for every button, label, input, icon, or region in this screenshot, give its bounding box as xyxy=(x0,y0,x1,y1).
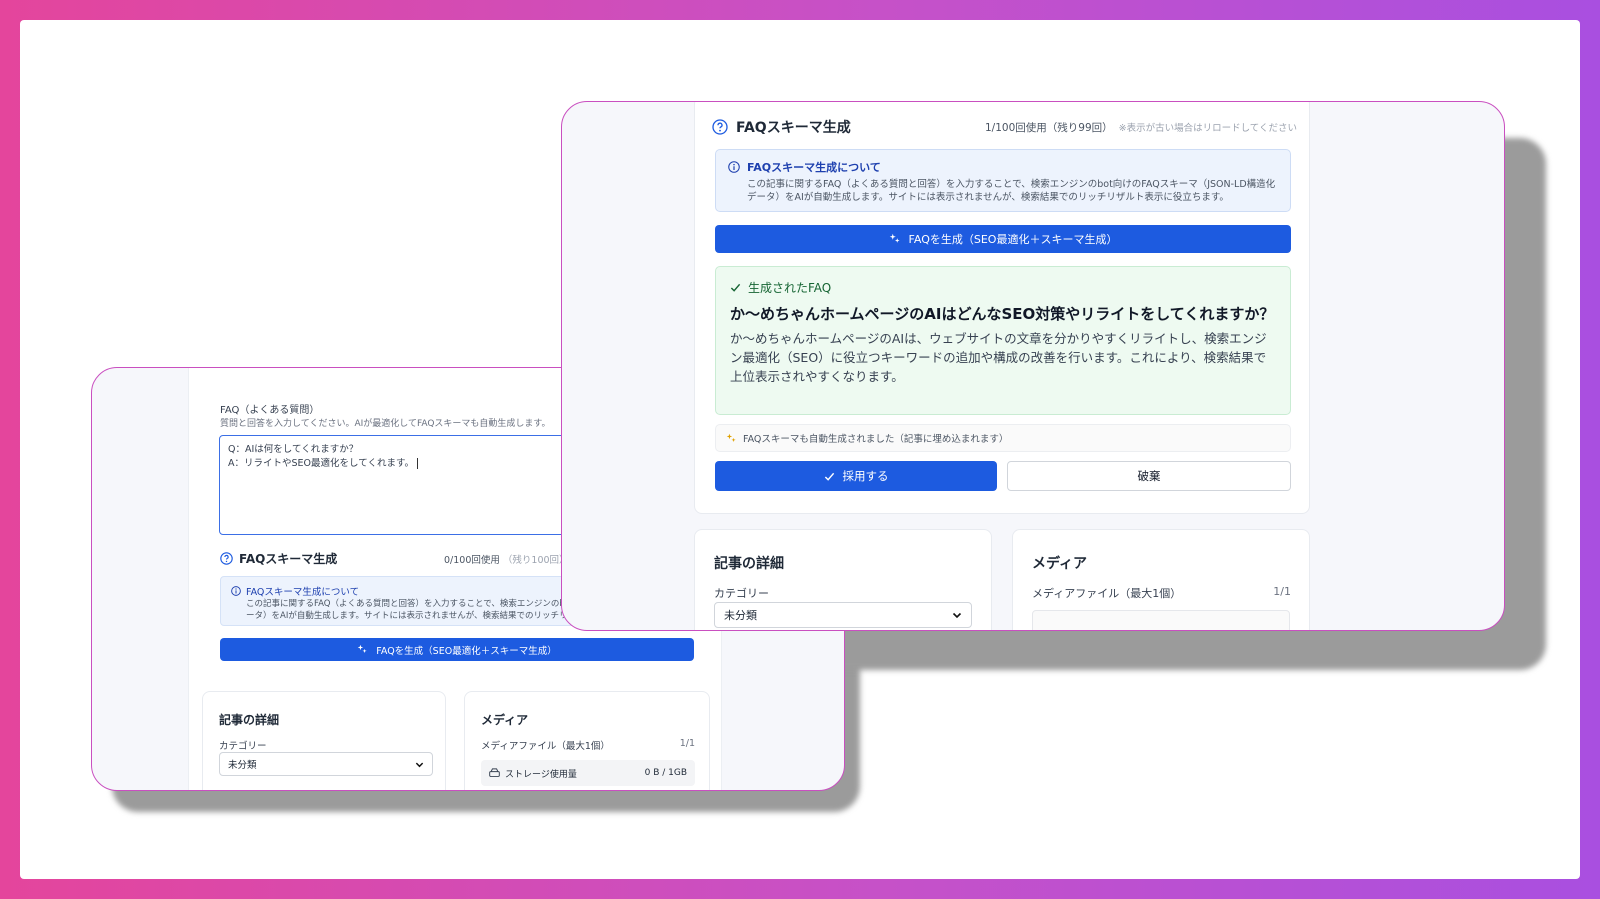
media-heading: メディア xyxy=(481,713,529,727)
media-upload-area[interactable] xyxy=(1032,610,1290,630)
details-heading: 記事の詳細 xyxy=(219,713,280,727)
generate-button-label: FAQを生成（SEO最適化＋スキーマ生成） xyxy=(376,645,557,657)
discard-button[interactable]: 破棄 xyxy=(1007,461,1291,491)
usage-counter: 1/100回使用（残り99回） ※表示が古い場合はリロードしてください xyxy=(985,120,1297,135)
media-count: 1/1 xyxy=(679,738,695,749)
textarea-line-answer: A：リライトやSEO最適化をしてくれます。 xyxy=(228,458,414,469)
info-text: この記事に関するFAQ（よくある質問と回答）を入力することで、検索エンジンのbo… xyxy=(747,179,1276,203)
details-heading: 記事の詳細 xyxy=(714,556,784,572)
category-select[interactable]: 未分類 xyxy=(219,752,433,776)
discard-button-label: 破棄 xyxy=(1137,469,1161,483)
info-box-title: FAQスキーマ生成について xyxy=(728,159,1278,175)
storage-value: 0 B / 1GB xyxy=(644,768,687,778)
storage-label: ストレージ使用量 xyxy=(505,769,577,780)
sparkle-icon xyxy=(357,644,368,655)
category-value: 未分類 xyxy=(724,609,757,622)
generated-faq-heading-text: 生成されたFAQ xyxy=(748,281,832,295)
info-title-text: FAQスキーマ生成について xyxy=(747,161,881,174)
adopt-button-label: 採用する xyxy=(842,469,889,483)
info-icon xyxy=(728,161,740,173)
question-circle-icon xyxy=(712,119,728,135)
media-card: メディア メディアファイル（最大1個） 1/1 ストレージ使用量 0 B / 1… xyxy=(464,691,710,790)
category-value: 未分類 xyxy=(228,760,257,771)
info-title-text: FAQスキーマ生成について xyxy=(246,587,360,598)
info-box: FAQスキーマ生成について この記事に関するFAQ（よくある質問と回答）を入力す… xyxy=(715,149,1291,212)
category-select[interactable]: 未分類 xyxy=(714,602,972,628)
category-label: カテゴリー xyxy=(219,741,267,752)
schema-title-text: FAQスキーマ生成 xyxy=(239,552,338,566)
question-circle-icon xyxy=(220,552,233,565)
remaining-text: （残り100回） xyxy=(502,555,569,566)
media-count: 1/1 xyxy=(1273,585,1291,598)
adopt-button[interactable]: 採用する xyxy=(715,461,997,491)
schema-section-title: FAQスキーマ生成 xyxy=(220,550,337,567)
storage-icon xyxy=(489,768,500,778)
check-icon xyxy=(824,471,835,482)
article-details-card: 記事の詳細 カテゴリー 未分類 xyxy=(694,529,992,630)
info-icon xyxy=(231,586,241,596)
faq-help-text: 質問と回答を入力してください。AIが最適化してFAQスキーマも自動生成します。 xyxy=(220,419,551,429)
sparkle-icon xyxy=(726,433,737,444)
schema-title-text: FAQスキーマ生成 xyxy=(736,120,851,136)
generate-button-label: FAQを生成（SEO最適化＋スキーマ生成） xyxy=(908,233,1118,246)
reload-note: ※表示が古い場合はリロードしてください xyxy=(1118,123,1298,134)
category-label: カテゴリー xyxy=(714,587,769,600)
faq-answer: か〜めちゃんホームページのAIは、ウェブサイトの文章を分かりやすくリライトし、検… xyxy=(730,331,1267,384)
generate-faq-button[interactable]: FAQを生成（SEO最適化＋スキーマ生成） xyxy=(220,638,694,661)
media-files-label: メディアファイル（最大1個） xyxy=(1032,587,1182,600)
usage-text: 1/100回使用（残り99回） xyxy=(985,122,1113,134)
sparkle-icon xyxy=(889,233,901,245)
front-panel: FAQスキーマ生成 1/100回使用（残り99回） ※表示が古い場合はリロードして… xyxy=(561,101,1505,631)
faq-label: FAQ（よくある質問） xyxy=(220,405,320,416)
chevron-down-icon xyxy=(952,610,962,620)
schema-note-text: FAQスキーマも自動生成されました（記事に埋め込まれます） xyxy=(743,434,1009,445)
media-files-label: メディアファイル（最大1個） xyxy=(481,741,610,752)
schema-generated-note: FAQスキーマも自動生成されました（記事に埋め込まれます） xyxy=(715,424,1291,452)
text-cursor xyxy=(417,458,418,469)
check-icon xyxy=(730,282,741,293)
storage-usage: ストレージ使用量 0 B / 1GB xyxy=(481,760,695,786)
generated-faq-box: 生成されたFAQ か〜めちゃんホームページのAIはどんなSEO対策やリライトをし… xyxy=(715,266,1291,415)
generate-faq-button[interactable]: FAQを生成（SEO最適化＋スキーマ生成） xyxy=(715,225,1291,253)
media-card: メディア メディアファイル（最大1個） 1/1 xyxy=(1012,529,1310,630)
generated-faq-heading: 生成されたFAQ xyxy=(730,279,1276,296)
faq-question: か〜めちゃんホームページのAIはどんなSEO対策やリライトをしてくれますか？ xyxy=(730,305,1275,323)
media-heading: メディア xyxy=(1032,556,1088,572)
schema-section-title: FAQスキーマ生成 xyxy=(712,117,851,137)
chevron-down-icon xyxy=(415,760,424,769)
usage-text: 0/100回使用 xyxy=(444,555,500,566)
usage-counter: 0/100回使用 （残り100回） xyxy=(444,552,569,566)
article-details-card: 記事の詳細 カテゴリー 未分類 xyxy=(202,691,446,790)
